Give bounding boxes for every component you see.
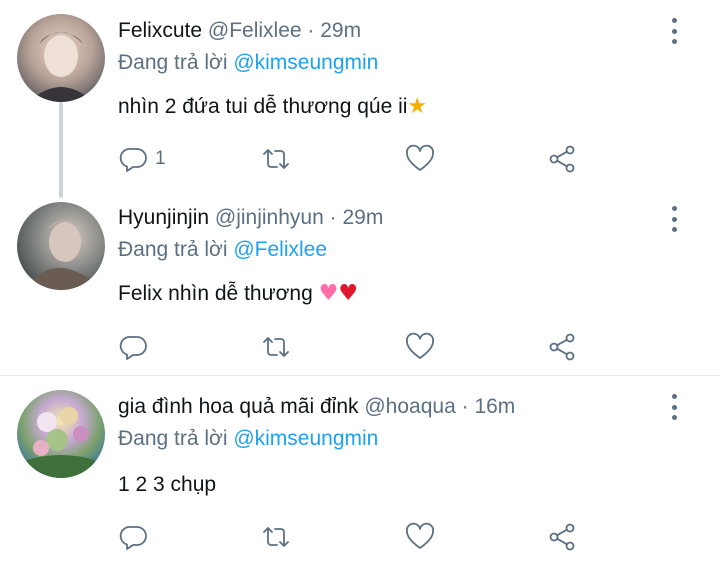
user-handle[interactable]: @Felixlee (208, 19, 302, 42)
mention-link[interactable]: @kimseungmin (233, 427, 378, 450)
more-options-icon[interactable] (664, 18, 684, 44)
tweet-text: Felix nhìn dễ thương ♥♥ (118, 280, 358, 308)
mention-link[interactable]: @kimseungmin (233, 51, 378, 74)
replying-to-label: Đang trả lời (118, 238, 228, 261)
tweet-actions (0, 330, 720, 364)
tweet-2[interactable]: Hyunjinjin @jinjinhyun · 29m Đang trả lờ… (0, 190, 720, 376)
user-handle[interactable]: @hoaqua (364, 395, 455, 418)
separator-dot: · (307, 19, 315, 42)
timestamp[interactable]: 16m (474, 395, 515, 418)
user-handle[interactable]: @jinjinhyun (215, 206, 324, 229)
tweet-3[interactable]: gia đình hoa quả mãi đỉnk @hoaqua · 16m … (0, 376, 720, 567)
share-button[interactable] (547, 520, 577, 554)
display-name[interactable]: Felixcute (118, 19, 202, 42)
replying-to: Đang trả lời @kimseungmin (118, 49, 378, 77)
reply-icon (119, 148, 147, 172)
retweet-button[interactable] (261, 330, 291, 364)
red-heart-emoji-icon: ♥ (338, 281, 359, 306)
tweet-1[interactable]: Felixcute @Felixlee · 29m Đang trả lời @… (0, 0, 720, 198)
like-button[interactable] (405, 142, 435, 176)
reply-count: 1 (155, 148, 166, 169)
separator-dot: · (329, 206, 337, 229)
tweet-text-body: 1 2 3 chụp (118, 473, 217, 496)
retweet-button[interactable] (261, 142, 291, 176)
tweet-header: Felixcute @Felixlee · 29m (118, 17, 361, 45)
heart-icon (406, 332, 434, 359)
timestamp[interactable]: 29m (320, 19, 361, 42)
tweet-text-body: Felix nhìn dễ thương (118, 282, 313, 305)
tweet-actions: 1 (0, 142, 720, 176)
tweet-header: gia đình hoa quả mãi đỉnk @hoaqua · 16m (118, 393, 515, 421)
tweet-text: 1 2 3 chụp (118, 471, 216, 499)
replying-to: Đang trả lời @kimseungmin (118, 425, 378, 453)
share-icon (549, 523, 575, 551)
heart-icon (406, 144, 434, 171)
tweet-text: nhìn 2 đứa tui dễ thương qúe ii★ (118, 93, 427, 121)
share-button[interactable] (547, 142, 577, 176)
replying-to-label: Đang trả lời (118, 427, 228, 450)
growing-heart-emoji-icon: ♥ (318, 281, 339, 306)
retweet-icon (263, 527, 289, 547)
share-button[interactable] (547, 330, 577, 364)
display-name[interactable]: gia đình hoa quả mãi đỉnk (118, 395, 359, 418)
reply-button[interactable]: 1 (119, 142, 166, 176)
retweet-icon (263, 337, 289, 357)
more-options-icon[interactable] (664, 394, 684, 420)
heart-icon (406, 522, 434, 549)
retweet-icon (263, 149, 289, 169)
reply-icon (119, 526, 147, 550)
timestamp[interactable]: 29m (342, 206, 383, 229)
avatar[interactable] (17, 202, 105, 290)
reply-button[interactable] (119, 520, 149, 554)
like-button[interactable] (405, 520, 435, 554)
more-options-icon[interactable] (664, 206, 684, 232)
reply-icon (119, 336, 147, 360)
star-struck-emoji-icon: ★ (407, 94, 428, 119)
share-icon (549, 145, 575, 173)
mention-link[interactable]: @Felixlee (233, 238, 327, 261)
replying-to-label: Đang trả lời (118, 51, 228, 74)
tweet-actions (0, 520, 720, 554)
reply-button[interactable] (119, 330, 149, 364)
separator-dot: · (461, 395, 469, 418)
replying-to: Đang trả lời @Felixlee (118, 236, 327, 264)
tweet-text-body: nhìn 2 đứa tui dễ thương qúe ii (118, 95, 408, 118)
tweet-header: Hyunjinjin @jinjinhyun · 29m (118, 204, 383, 232)
like-button[interactable] (405, 330, 435, 364)
share-icon (549, 333, 575, 361)
retweet-button[interactable] (261, 520, 291, 554)
avatar[interactable] (17, 14, 105, 102)
avatar[interactable] (17, 390, 105, 478)
display-name[interactable]: Hyunjinjin (118, 206, 209, 229)
